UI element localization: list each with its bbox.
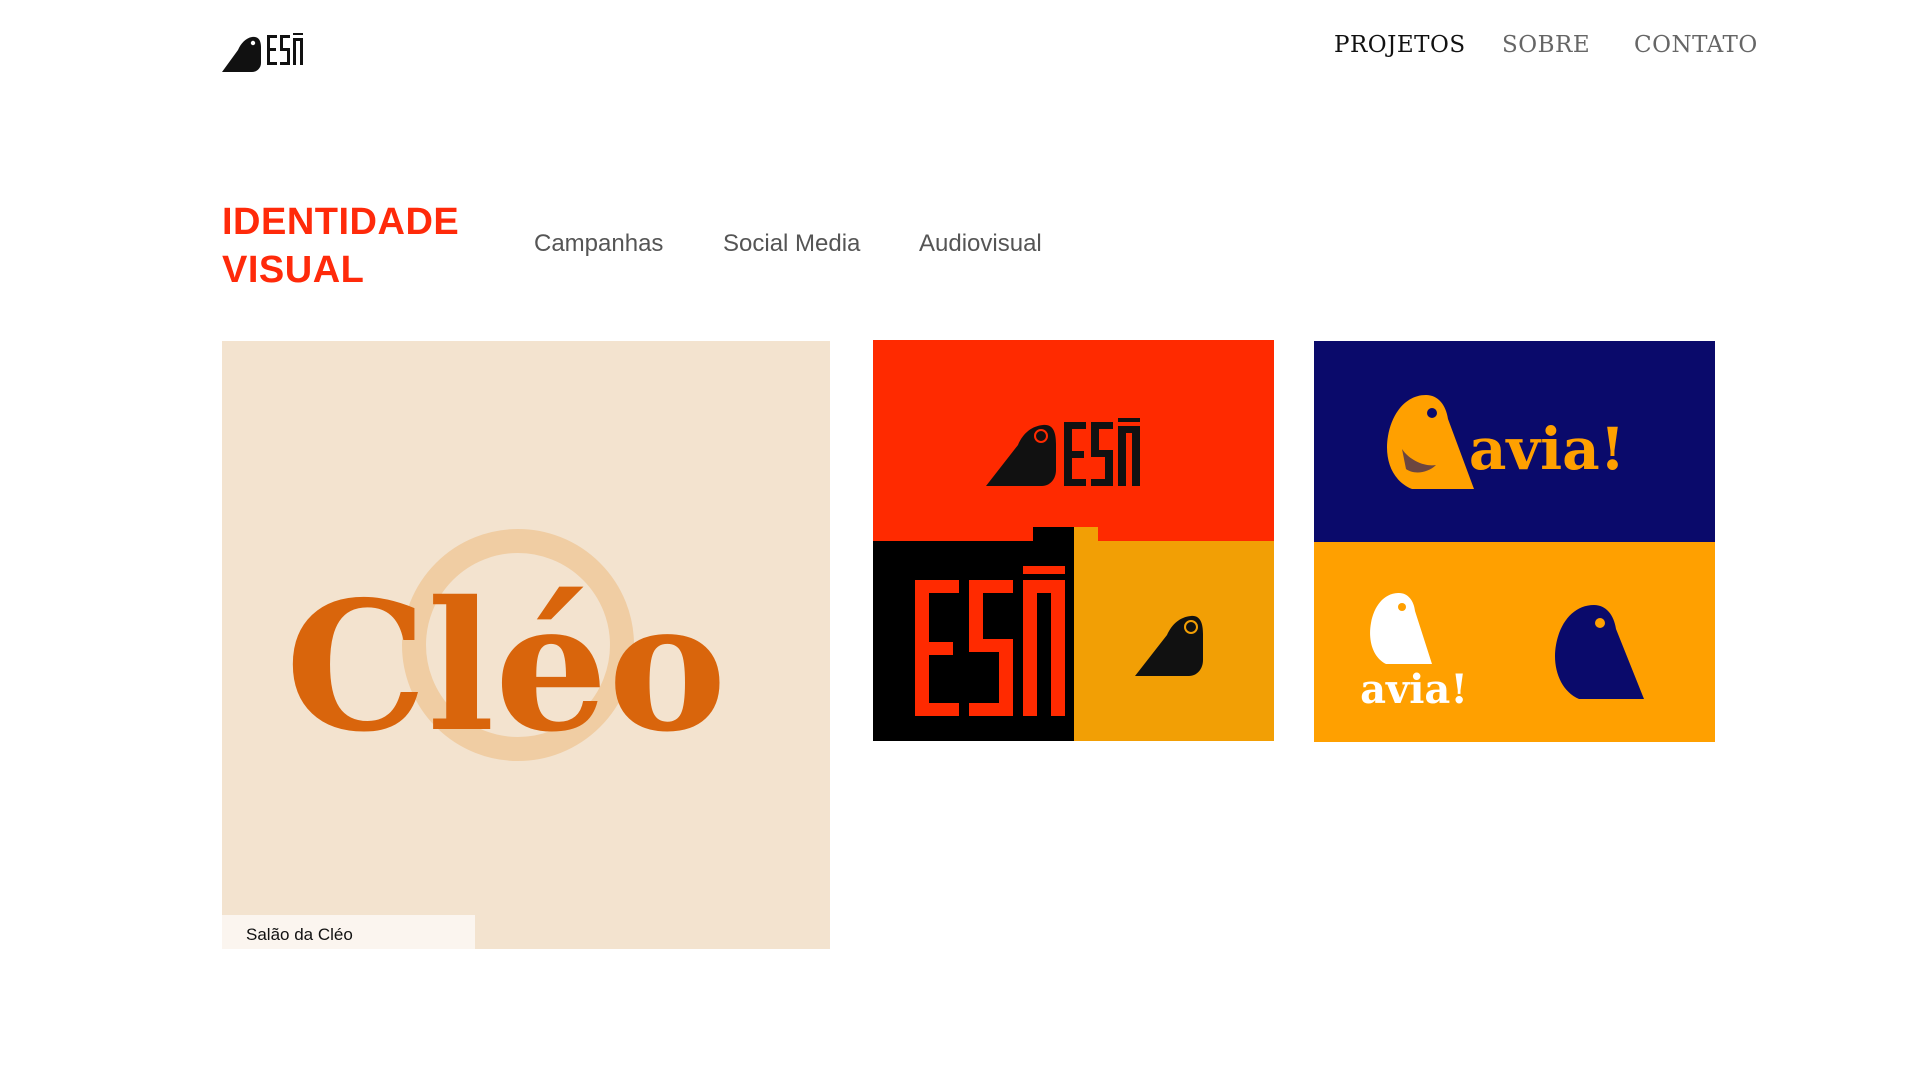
project-card-esu[interactable]: [873, 340, 1274, 741]
project-card-avia[interactable]: avia! avia!: [1314, 341, 1715, 742]
avia-artwork: avia! avia!: [1314, 341, 1715, 742]
nav-projetos[interactable]: PROJETOS: [1334, 32, 1466, 58]
nav-contato[interactable]: CONTATO: [1634, 32, 1758, 58]
portfolio-page: PROJETOS SOBRE CONTATO IDENTIDADE VISUAL…: [0, 0, 1920, 1080]
nav-sobre[interactable]: SOBRE: [1502, 32, 1590, 58]
bird-logo-icon[interactable]: [222, 29, 304, 73]
avia-wordmark-small: avia!: [1360, 666, 1468, 713]
tab-campanhas[interactable]: Campanhas: [534, 230, 663, 258]
project-caption: Salão da Cléo: [222, 915, 475, 949]
esu-artwork: [873, 340, 1274, 741]
project-caption-text: Salão da Cléo: [246, 925, 353, 944]
cleo-wordmark: Cléo: [285, 562, 726, 771]
tab-audiovisual[interactable]: Audiovisual: [919, 230, 1042, 258]
project-card-cleo[interactable]: Cléo Salão da Cléo: [222, 341, 830, 949]
category-title: IDENTIDADE VISUAL: [222, 201, 460, 291]
tab-social-media[interactable]: Social Media: [723, 230, 860, 258]
avia-wordmark: avia!: [1469, 415, 1625, 483]
cleo-artwork: Cléo: [285, 529, 727, 771]
